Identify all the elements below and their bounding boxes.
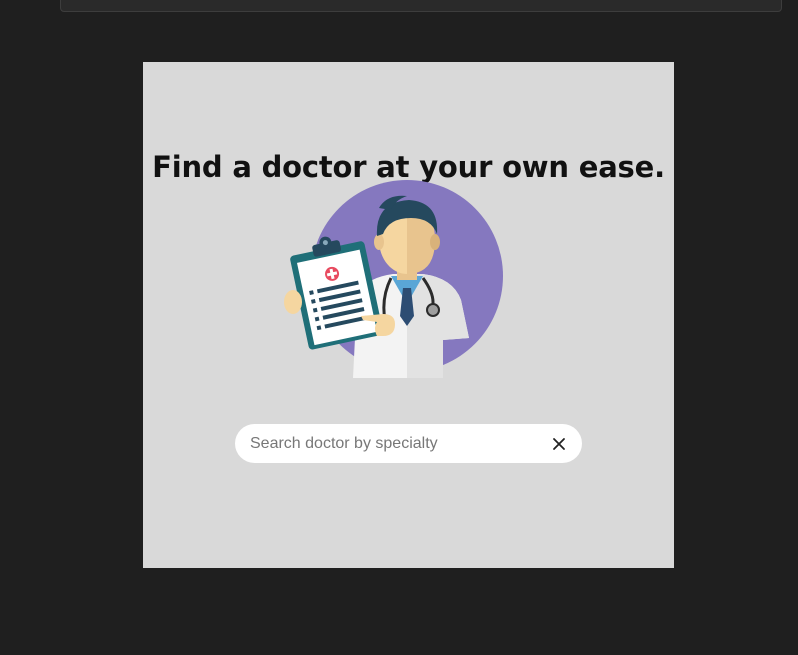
top-bar	[60, 0, 782, 12]
page: Find a doctor at your own ease.	[0, 0, 798, 655]
close-icon	[553, 438, 565, 450]
clear-search-button[interactable]	[548, 433, 570, 455]
search-input[interactable]	[250, 424, 530, 463]
hero-card: Find a doctor at your own ease.	[143, 62, 674, 568]
search-bar	[235, 424, 582, 463]
doctor-illustration	[284, 180, 503, 378]
